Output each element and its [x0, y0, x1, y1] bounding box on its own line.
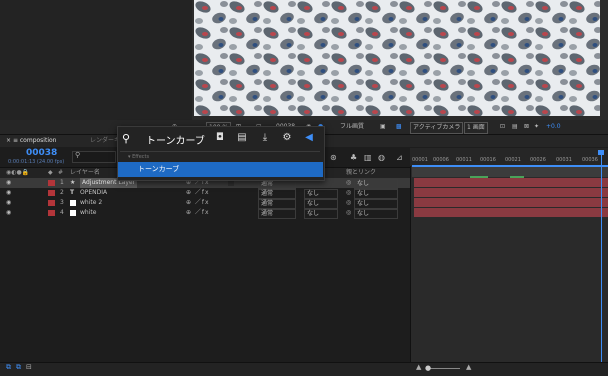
pickwhip-icon[interactable]: ◎: [346, 208, 351, 218]
transparency-grid-icon[interactable]: ▩: [396, 122, 402, 132]
search-result-label: トーンカーブ: [138, 165, 180, 173]
pickwhip-icon[interactable]: ◎: [346, 198, 351, 208]
current-time-sub: 0:00:01:13 (24.00 fps): [8, 159, 65, 165]
collapse-arrow-icon[interactable]: ▾: [128, 154, 131, 160]
result-category: ▾ Effects: [120, 151, 320, 162]
fast-preview-icon[interactable]: ⊡: [500, 122, 505, 132]
zoom-out-icon[interactable]: ▲: [416, 363, 421, 371]
layer-row[interactable]: ◉ 3 white 2 ⊕ ／fx 通常 なし ◎ なし: [0, 198, 410, 209]
search-icon: ⚲: [122, 132, 131, 145]
adjustment-layer-icon: ★: [70, 179, 76, 186]
av-switch-icons: ◉◐●🔒: [6, 169, 30, 176]
timeline-footer: [0, 362, 608, 376]
flowchart-icon[interactable]: ⊠: [524, 122, 529, 132]
column-parent[interactable]: 親とリンク: [346, 168, 376, 178]
timeline-icon[interactable]: ▤: [512, 122, 518, 132]
pickwhip-icon[interactable]: ◎: [346, 188, 351, 198]
visibility-eye-icon[interactable]: ◉: [6, 198, 11, 208]
settings-gear-icon[interactable]: ⚙: [281, 132, 293, 144]
camera-dropdown[interactable]: アクティブカメラ: [410, 122, 464, 134]
exposure-value[interactable]: +0.0: [546, 122, 561, 132]
layer-number: 2: [60, 189, 64, 196]
layer-duration-bar[interactable]: [414, 208, 608, 217]
layer-label-color[interactable]: [48, 180, 55, 186]
shy-icon[interactable]: ♣: [350, 153, 357, 162]
zoom-slider-knob[interactable]: ●: [425, 364, 431, 372]
ruler-tick-label: 00011: [456, 157, 472, 163]
ruler-tick-label: 00021: [505, 157, 521, 163]
composition-preview-image: [194, 0, 600, 116]
quality-dropdown[interactable]: フル画質: [340, 122, 364, 132]
visibility-eye-icon[interactable]: ◉: [6, 208, 11, 218]
layer-duration-bar[interactable]: [414, 188, 608, 197]
result-category-label: Effects: [132, 154, 150, 160]
ruler-tick-label: 00036: [582, 157, 598, 163]
layer-label-color[interactable]: [48, 190, 55, 196]
tab-composition[interactable]: × ≡ composition: [6, 135, 56, 147]
pickwhip-icon[interactable]: ◎: [346, 178, 351, 188]
solid-layer-icon: [70, 200, 76, 206]
download-icon[interactable]: ⤓: [259, 132, 271, 144]
ruler-tick-label: 00031: [556, 157, 572, 163]
layer-label-color[interactable]: [48, 200, 55, 206]
label-column-icon: ◆: [48, 169, 53, 176]
layer-duration-bar[interactable]: [414, 178, 608, 187]
composition-icon: ≡: [12, 137, 20, 144]
layer-switches-toggle-icon[interactable]: ⧉: [6, 363, 11, 372]
layer-number: 1: [60, 179, 64, 186]
parent-dropdown[interactable]: なし: [354, 209, 398, 219]
layer-switches[interactable]: ⊕ ／fx: [186, 188, 210, 198]
render-time-toggle-icon[interactable]: ⊟: [26, 363, 32, 371]
zoom-slider[interactable]: [428, 368, 460, 369]
layer-switches[interactable]: ⊕ ／fx: [186, 208, 210, 218]
blend-mode-dropdown[interactable]: 通常: [258, 209, 296, 219]
layer-duration-bar[interactable]: [414, 198, 608, 207]
column-layer-name[interactable]: レイヤー名: [70, 168, 100, 178]
zoom-in-icon[interactable]: ▲: [466, 363, 471, 371]
camera-icon[interactable]: ◘: [214, 132, 226, 144]
modes-toggle-icon[interactable]: ⧉: [16, 363, 21, 372]
close-icon[interactable]: ×: [6, 137, 13, 144]
current-time-display[interactable]: 00038: [26, 148, 57, 158]
ruler-tick-label: 00016: [480, 157, 496, 163]
layer-name[interactable]: OPENDIA: [80, 188, 107, 198]
track-matte-dropdown[interactable]: なし: [304, 209, 338, 219]
effect-search-input[interactable]: トーンカーブ: [146, 132, 205, 147]
ruler-tick-label: 00001: [412, 157, 428, 163]
send-icon[interactable]: ◀: [303, 132, 315, 144]
layer-row[interactable]: ◉ 4 white ⊕ ／fx 通常 なし ◎ なし: [0, 208, 410, 219]
search-icon: ⚲: [75, 151, 81, 159]
visibility-eye-icon[interactable]: ◉: [6, 178, 11, 188]
layer-switches[interactable]: ⊕ ／fx: [186, 198, 210, 208]
layer-label-color[interactable]: [48, 210, 55, 216]
ruler-tick-label: 00006: [433, 157, 449, 163]
frame-blend-icon[interactable]: ▥: [364, 153, 372, 162]
ruler-tick-label: 00026: [530, 157, 546, 163]
playhead-line[interactable]: [601, 150, 602, 363]
views-dropdown[interactable]: 1 画面: [464, 122, 488, 134]
layer-number: 3: [60, 199, 64, 206]
project-panel-empty: [0, 0, 192, 134]
graph-editor-icon[interactable]: ⊿: [396, 153, 403, 162]
text-layer-icon: T: [70, 189, 75, 196]
layer-name[interactable]: white: [80, 208, 96, 218]
tab-composition-label: composition: [19, 137, 57, 144]
layer-number: 4: [60, 209, 64, 216]
image-icon[interactable]: ▤: [236, 132, 248, 144]
search-result-item[interactable]: トーンカーブ: [118, 162, 323, 177]
number-column-icon: #: [58, 169, 64, 176]
reset-exposure-icon[interactable]: ✦: [534, 122, 539, 132]
layer-name[interactable]: white 2: [80, 198, 102, 208]
visibility-eye-icon[interactable]: ◉: [6, 188, 11, 198]
roi-icon[interactable]: ▣: [380, 122, 386, 132]
draft-3d-icon[interactable]: ⊛: [330, 153, 337, 162]
solid-layer-icon: [70, 210, 76, 216]
motion-blur-icon[interactable]: ◍: [378, 153, 385, 162]
composition-viewer[interactable]: [192, 0, 608, 120]
layer-row[interactable]: ◉ 2 T OPENDIA ⊕ ／fx 通常 なし ◎ なし: [0, 188, 410, 199]
